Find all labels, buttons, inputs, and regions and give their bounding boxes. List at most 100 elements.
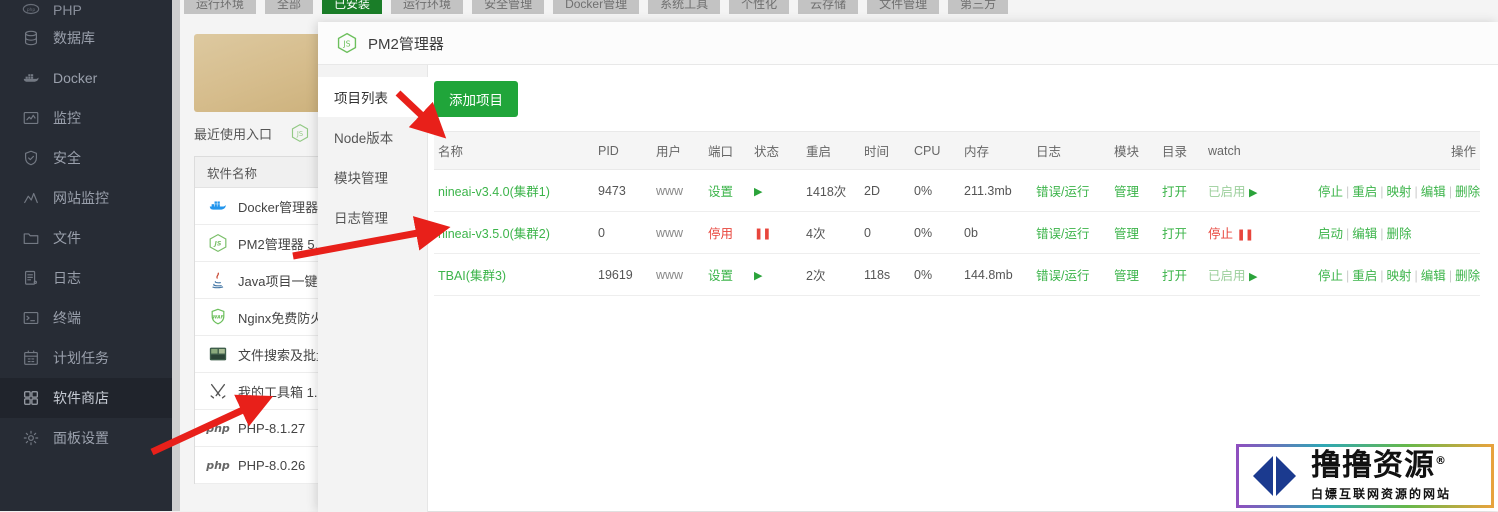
tab-6[interactable]: 系统工具 — [648, 0, 721, 14]
op-link[interactable]: 映射 — [1387, 269, 1412, 283]
column-header-10: 模块 — [1110, 131, 1158, 170]
cell-log[interactable]: 错误/运行 — [1032, 211, 1110, 254]
cell-log[interactable]: 错误/运行 — [1032, 253, 1110, 296]
add-project-button[interactable]: 添加项目 — [434, 81, 518, 117]
tab-5[interactable]: Docker管理 — [553, 0, 640, 14]
sidebar-item-11[interactable]: 面板设置 — [0, 418, 172, 458]
op-link[interactable]: 重启 — [1352, 185, 1377, 199]
tab-7[interactable]: 个性化 — [729, 0, 790, 14]
sidebar-item-4[interactable]: 安全 — [0, 138, 172, 178]
cell-port[interactable]: 设置 — [704, 169, 750, 212]
sidebar-scrollbar[interactable] — [172, 0, 180, 511]
modal-nav-item-0[interactable]: 项目列表 — [318, 77, 428, 117]
sidebar-item-8[interactable]: 终端 — [0, 298, 172, 338]
column-header-13: 操作 — [1314, 131, 1480, 170]
cell-port[interactable]: 设置 — [704, 253, 750, 296]
op-link[interactable]: 删除 — [1455, 185, 1480, 199]
cell-name[interactable]: TBAI(集群3) — [434, 253, 594, 296]
play-icon: ▶ — [1249, 271, 1258, 283]
nodejs-icon[interactable]: JS — [290, 123, 310, 143]
op-link[interactable]: 编辑 — [1421, 269, 1446, 283]
modal-nav-item-1[interactable]: Node版本 — [318, 117, 427, 157]
software-row-label: 我的工具箱 1.8 — [238, 384, 325, 400]
software-row-label: PHP-8.0.26 — [238, 457, 306, 473]
sidebar-item-5[interactable]: 网站监控 — [0, 178, 172, 218]
cell-status: ▶ — [750, 169, 802, 212]
sidebar-item-label: 日志 — [53, 270, 81, 286]
tab-10[interactable]: 第三方 — [948, 0, 1009, 14]
tab-0[interactable]: 运行环境 — [184, 0, 257, 14]
cell-pid: 0 — [594, 211, 652, 254]
cell-cpu: 0% — [910, 169, 960, 212]
cell-status: ▶ — [750, 253, 802, 296]
sidebar-item-label: 文件 — [53, 230, 81, 246]
software-row-label: Java项目一键部 — [238, 273, 331, 289]
svg-text:WAF: WAF — [212, 314, 224, 320]
modal-nav-item-2[interactable]: 模块管理 — [318, 157, 427, 197]
sidebar-item-7[interactable]: 日志 — [0, 258, 172, 298]
op-link[interactable]: 编辑 — [1421, 185, 1446, 199]
project-table-header-row: 名称 PID 用户 端口 状态 重启 时间 CPU 内存 日志 模块 目录 watch 操作 — [434, 131, 1480, 170]
column-header-1: PID — [594, 131, 652, 170]
pause-icon: ❚❚ — [1236, 229, 1254, 241]
cell-module[interactable]: 管理 — [1110, 253, 1158, 296]
sidebar-item-0[interactable]: php PHP — [0, 0, 172, 18]
column-header-8: 内存 — [960, 131, 1032, 170]
op-link[interactable]: 停止 — [1318, 185, 1343, 199]
waf-shield-icon: WAF — [207, 306, 229, 328]
column-header-11: 目录 — [1158, 131, 1204, 170]
cell-pid: 19619 — [594, 253, 652, 296]
cell-dir[interactable]: 打开 — [1158, 253, 1204, 296]
terminal-icon — [22, 309, 40, 327]
cell-time: 118s — [860, 253, 910, 296]
sidebar-item-10[interactable]: 软件商店 — [0, 378, 172, 418]
cell-user: www — [652, 211, 704, 254]
monitor-icon — [22, 109, 40, 127]
cell-module[interactable]: 管理 — [1110, 169, 1158, 212]
cell-watch[interactable]: 已启用 ▶ — [1204, 253, 1314, 296]
column-header-0: 名称 — [434, 131, 594, 170]
tab-8[interactable]: 云存储 — [798, 0, 859, 14]
op-link[interactable]: 停止 — [1318, 269, 1343, 283]
cell-restart: 1418次 — [802, 169, 860, 212]
cell-dir[interactable]: 打开 — [1158, 211, 1204, 254]
op-link[interactable]: 映射 — [1387, 185, 1412, 199]
tab-9[interactable]: 文件管理 — [867, 0, 940, 14]
op-link[interactable]: 编辑 — [1352, 227, 1377, 241]
tab-4[interactable]: 安全管理 — [472, 0, 545, 14]
watermark-title: 撸撸资源® — [1311, 450, 1451, 481]
shield-icon — [22, 149, 40, 167]
software-row-label: PHP-8.1.27 — [238, 420, 306, 436]
op-link[interactable]: 删除 — [1455, 269, 1480, 283]
tab-3[interactable]: 运行环境 — [391, 0, 464, 14]
docker-icon — [22, 69, 40, 87]
sidebar-item-1[interactable]: 数据库 — [0, 18, 172, 58]
cell-port[interactable]: 停用 — [704, 211, 750, 254]
sidebar-item-6[interactable]: 文件 — [0, 218, 172, 258]
cell-dir[interactable]: 打开 — [1158, 169, 1204, 212]
tab-2[interactable]: 已安装 — [322, 0, 383, 14]
cell-watch[interactable]: 停止 ❚❚ — [1204, 211, 1314, 254]
sidebar-item-label: PHP — [53, 2, 82, 18]
cell-watch[interactable]: 已启用 ▶ — [1204, 169, 1314, 212]
op-link[interactable]: 删除 — [1387, 227, 1412, 241]
op-link[interactable]: 启动 — [1318, 227, 1343, 241]
cell-memory: 211.3mb — [960, 169, 1032, 212]
cell-log[interactable]: 错误/运行 — [1032, 169, 1110, 212]
sidebar-item-label: 数据库 — [53, 30, 95, 46]
svg-text:JS: JS — [213, 241, 222, 248]
modal-header: JS PM2管理器 — [318, 22, 1498, 65]
op-link[interactable]: 重启 — [1352, 269, 1377, 283]
php-icon: php — [206, 458, 230, 472]
cell-name[interactable]: nineai-v3.5.0(集群2) — [434, 211, 594, 254]
php-icon: php — [206, 421, 230, 435]
pm2-manager-modal: JS PM2管理器 项目列表 Node版本 模块管理 日志管理 添加项目 名称 PID 用… — [318, 22, 1498, 512]
cell-module[interactable]: 管理 — [1110, 211, 1158, 254]
cell-name[interactable]: nineai-v3.4.0(集群1) — [434, 169, 594, 212]
modal-nav-item-3[interactable]: 日志管理 — [318, 197, 427, 237]
sidebar-item-9[interactable]: 计划任务 — [0, 338, 172, 378]
sidebar-item-2[interactable]: Docker — [0, 58, 172, 98]
sidebar-item-3[interactable]: 监控 — [0, 98, 172, 138]
tab-1[interactable]: 全部 — [265, 0, 314, 14]
column-header-4: 状态 — [750, 131, 802, 170]
